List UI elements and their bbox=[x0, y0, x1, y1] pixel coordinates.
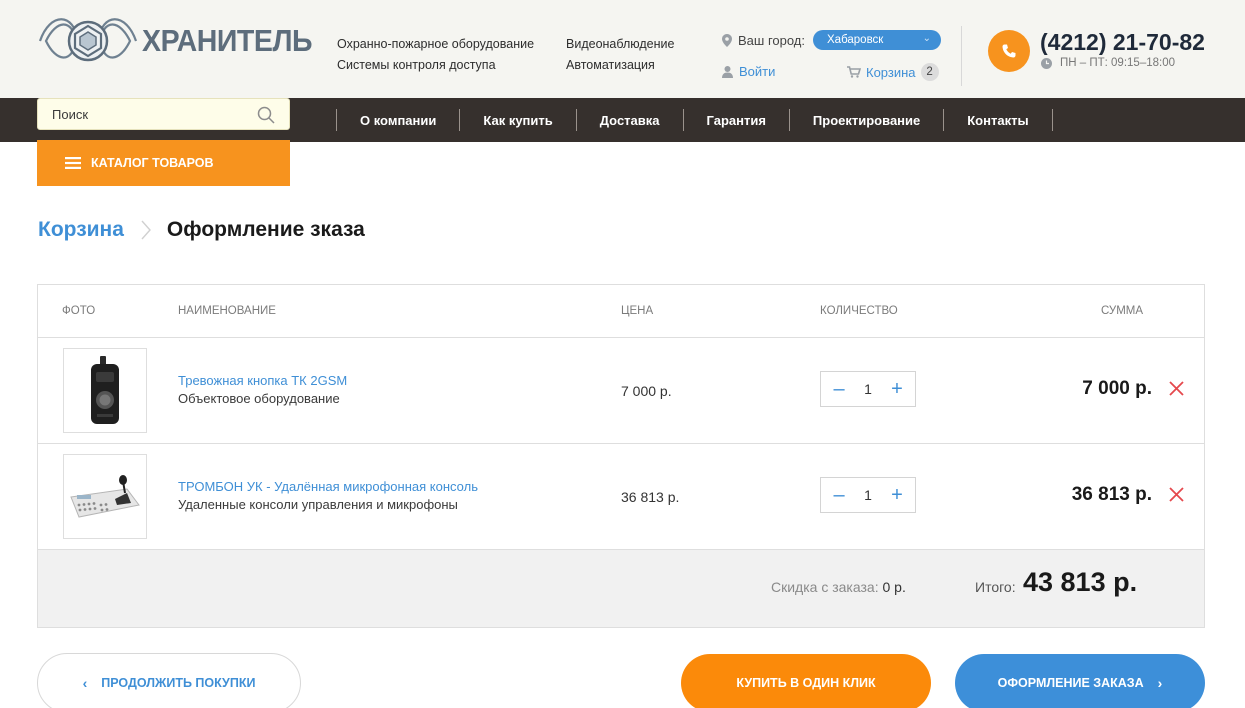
table-header: ФОТО НАИМЕНОВАНИЕ ЦЕНА КОЛИЧЕСТВО СУММА bbox=[38, 285, 1204, 338]
remove-item-icon[interactable] bbox=[1169, 487, 1184, 502]
discount-label: Скидка с заказа: bbox=[771, 579, 879, 595]
search-input[interactable] bbox=[38, 106, 243, 122]
quantity-decrease-button[interactable]: – bbox=[830, 485, 848, 505]
nav-item-delivery[interactable]: Доставка bbox=[577, 113, 683, 128]
top-link-video[interactable]: Видеонаблюдение bbox=[566, 34, 674, 55]
column-header-sum: СУММА bbox=[1101, 305, 1144, 317]
breadcrumb-cart-link[interactable]: Корзина bbox=[38, 218, 124, 242]
phone-number[interactable]: (4212) 21-70-82 bbox=[1040, 29, 1205, 56]
site-header: ХРАНИТЕЛЬ Охранно-пожарное оборудование … bbox=[0, 0, 1245, 98]
nav-item-about[interactable]: О компании bbox=[337, 113, 459, 128]
microphone-console-image bbox=[70, 474, 140, 518]
buy-one-click-button[interactable]: КУПИТЬ В ОДИН КЛИК bbox=[681, 654, 931, 708]
top-links-group-1: Охранно-пожарное оборудование Системы ко… bbox=[337, 34, 534, 76]
breadcrumb: Корзина Оформление зказа bbox=[38, 218, 365, 242]
user-icon bbox=[722, 65, 733, 78]
column-header-photo: ФОТО bbox=[62, 305, 96, 317]
nav-item-contacts[interactable]: Контакты bbox=[944, 113, 1051, 128]
search-box bbox=[37, 98, 290, 130]
login-link[interactable]: Войти bbox=[722, 64, 775, 79]
city-value: Хабаровск bbox=[827, 34, 884, 46]
cart-link[interactable]: Корзина 2 bbox=[847, 63, 939, 81]
top-link-fire-security[interactable]: Охранно-пожарное оборудование bbox=[337, 34, 534, 55]
chevron-right-icon bbox=[141, 220, 151, 240]
work-hours: ПН – ПТ: 09:15–18:00 bbox=[1041, 57, 1175, 69]
table-footer: Скидка с заказа: 0 р. Итого: 43 813 р. bbox=[38, 550, 1204, 627]
catalog-label: КАТАЛОГ ТОВАРОВ bbox=[91, 156, 214, 170]
buy-one-click-label: КУПИТЬ В ОДИН КЛИК bbox=[736, 676, 876, 690]
quantity-decrease-button[interactable]: – bbox=[830, 379, 848, 399]
product-price: 36 813 р. bbox=[621, 489, 680, 505]
chevron-left-icon: ‹ bbox=[82, 675, 88, 691]
call-button[interactable] bbox=[988, 30, 1030, 72]
location-pin-icon bbox=[722, 33, 732, 47]
product-price: 7 000 р. bbox=[621, 383, 672, 399]
remove-item-icon[interactable] bbox=[1169, 381, 1184, 396]
checkout-label: ОФОРМЛЕНИЕ ЗАКАЗА bbox=[997, 676, 1144, 690]
alarm-button-device-image bbox=[91, 355, 119, 424]
nav-item-warranty[interactable]: Гарантия bbox=[684, 113, 789, 128]
hours-text: ПН – ПТ: 09:15–18:00 bbox=[1060, 57, 1175, 69]
logo-text: ХРАНИТЕЛЬ bbox=[142, 23, 313, 58]
main-navbar: О компании Как купить Доставка Гарантия … bbox=[0, 98, 1245, 142]
column-header-price: ЦЕНА bbox=[621, 305, 654, 317]
continue-shopping-label: ПРОДОЛЖИТЬ ПОКУПКИ bbox=[101, 676, 256, 690]
order-discount: Скидка с заказа: 0 р. bbox=[771, 579, 906, 595]
row-sum: 7 000 р. bbox=[1082, 378, 1152, 399]
page-title: Оформление зказа bbox=[166, 218, 365, 241]
chevron-right-icon: › bbox=[1157, 675, 1163, 691]
search-icon[interactable] bbox=[257, 106, 275, 124]
header-divider bbox=[961, 26, 962, 86]
product-image[interactable] bbox=[63, 454, 147, 539]
total-label: Итого: bbox=[975, 579, 1016, 595]
top-links-group-2: Видеонаблюдение Автоматизация bbox=[566, 34, 674, 76]
quantity-increase-button[interactable]: + bbox=[888, 379, 906, 399]
product-category: Объектовое оборудование bbox=[178, 391, 340, 406]
login-label: Войти bbox=[739, 64, 776, 79]
nav-separator bbox=[1051, 109, 1053, 131]
city-label: Ваш город: bbox=[738, 32, 805, 48]
cart-count-badge: 2 bbox=[920, 63, 939, 81]
cart-table: ФОТО НАИМЕНОВАНИЕ ЦЕНА КОЛИЧЕСТВО СУММА … bbox=[37, 284, 1205, 628]
continue-shopping-button[interactable]: ‹ ПРОДОЛЖИТЬ ПОКУПКИ bbox=[37, 653, 301, 708]
quantity-stepper: – + bbox=[820, 477, 916, 513]
chevron-down-icon: ⌄ bbox=[922, 33, 931, 44]
quantity-input[interactable] bbox=[853, 381, 883, 397]
city-select[interactable]: Хабаровск ⌄ bbox=[813, 30, 941, 50]
city-selector-row: Ваш город: Хабаровск ⌄ bbox=[722, 30, 941, 50]
quantity-increase-button[interactable]: + bbox=[888, 485, 906, 505]
product-image[interactable] bbox=[63, 348, 147, 433]
column-header-quantity: КОЛИЧЕСТВО bbox=[820, 305, 898, 317]
top-link-access-control[interactable]: Системы контроля доступа bbox=[337, 55, 534, 76]
table-row: ТРОМБОН УК - Удалённая микрофонная консо… bbox=[38, 444, 1204, 550]
top-link-automation[interactable]: Автоматизация bbox=[566, 55, 674, 76]
table-row: Тревожная кнопка ТК 2GSM Объектовое обор… bbox=[38, 338, 1204, 444]
total-value: 43 813 р. bbox=[1023, 567, 1138, 597]
phone-icon bbox=[1002, 44, 1016, 58]
column-header-name: НАИМЕНОВАНИЕ bbox=[178, 305, 276, 317]
cart-label: Корзина bbox=[866, 64, 916, 80]
cart-icon bbox=[847, 66, 861, 78]
nav-item-how-to-buy[interactable]: Как купить bbox=[460, 113, 575, 128]
checkout-button[interactable]: ОФОРМЛЕНИЕ ЗАКАЗА › bbox=[955, 654, 1205, 708]
row-sum: 36 813 р. bbox=[1071, 484, 1152, 505]
product-name-link[interactable]: Тревожная кнопка ТК 2GSM bbox=[178, 373, 347, 388]
clock-icon bbox=[1041, 57, 1052, 69]
nav-item-design[interactable]: Проектирование bbox=[790, 113, 943, 128]
catalog-button[interactable]: КАТАЛОГ ТОВАРОВ bbox=[37, 140, 290, 186]
quantity-input[interactable] bbox=[853, 487, 883, 503]
menu-icon bbox=[65, 157, 81, 169]
discount-value: 0 р. bbox=[882, 579, 906, 595]
product-name-link[interactable]: ТРОМБОН УК - Удалённая микрофонная консо… bbox=[178, 479, 478, 494]
product-category: Удаленные консоли управления и микрофоны bbox=[178, 497, 458, 512]
logo[interactable]: ХРАНИТЕЛЬ bbox=[38, 14, 327, 68]
logo-mark-icon bbox=[38, 18, 138, 62]
main-nav-menu: О компании Как купить Доставка Гарантия … bbox=[336, 98, 1053, 142]
quantity-stepper: – + bbox=[820, 371, 916, 407]
